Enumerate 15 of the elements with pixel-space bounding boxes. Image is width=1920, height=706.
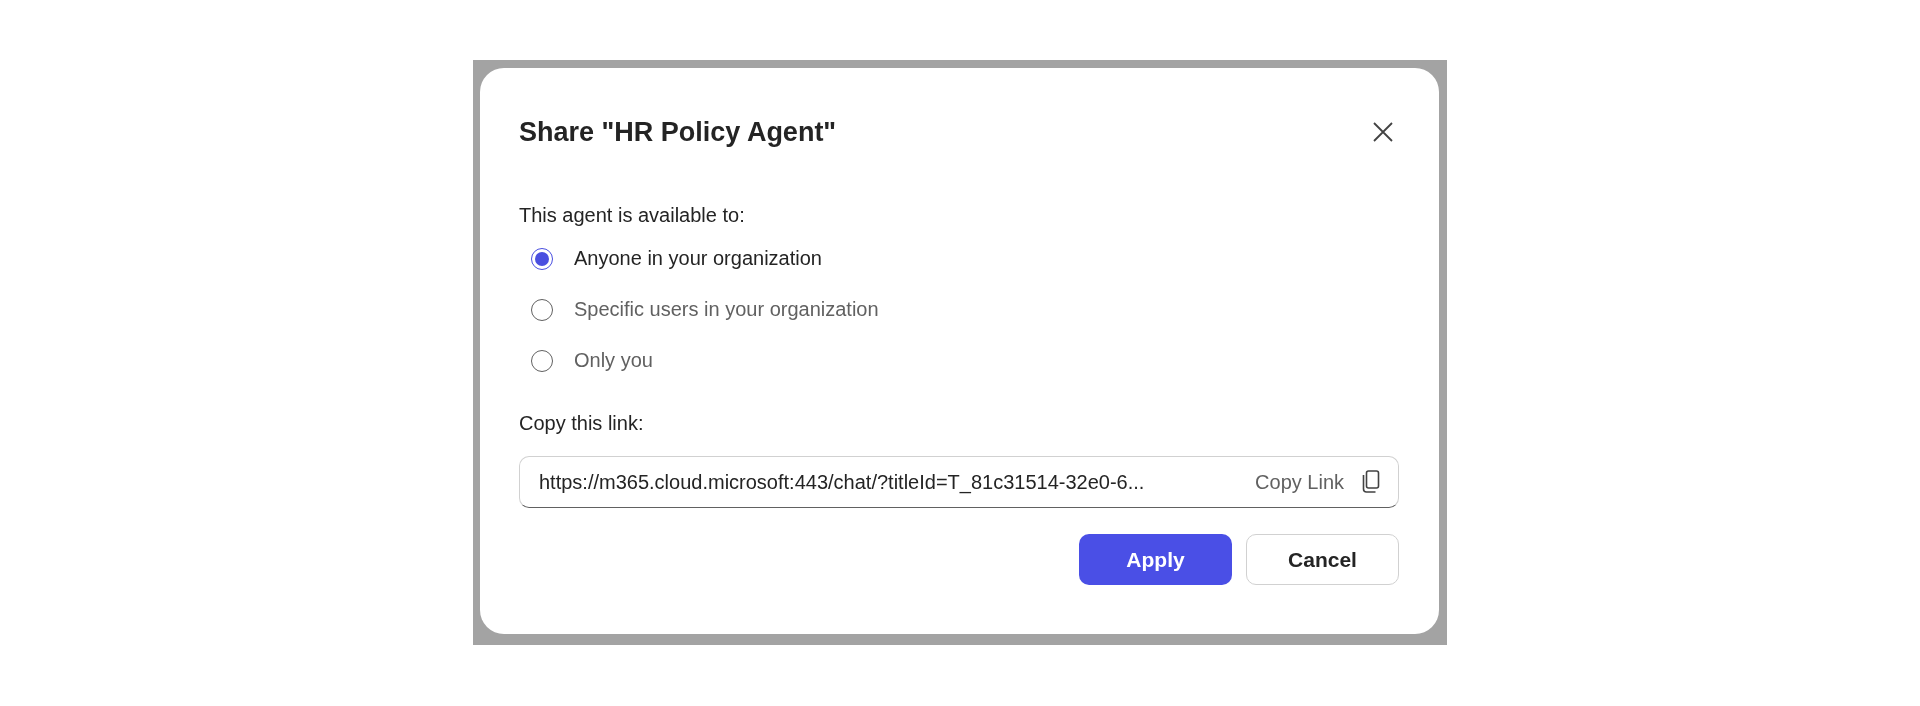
radio-button[interactable]	[531, 349, 553, 372]
close-icon	[1372, 121, 1394, 143]
link-field[interactable]: https://m365.cloud.microsoft:443/chat/?titleId=T_81c31514-32e0-6... Copy Link	[519, 456, 1399, 508]
radio-button[interactable]	[531, 298, 553, 321]
option-label[interactable]: Anyone in your organization	[574, 247, 822, 270]
radio-button[interactable]	[531, 247, 553, 270]
dialog-title: Share "HR Policy Agent"	[519, 116, 837, 148]
copy-icon	[1362, 470, 1380, 494]
link-label: Copy this link:	[519, 410, 645, 436]
option-label[interactable]: Specific users in your organization	[574, 298, 879, 321]
cancel-button[interactable]: Cancel	[1246, 534, 1399, 585]
option-label[interactable]: Only you	[574, 349, 653, 372]
apply-button[interactable]: Apply	[1079, 534, 1232, 585]
copy-link-button[interactable]: Copy Link	[1255, 470, 1380, 494]
availability-label: This agent is available to:	[519, 202, 746, 228]
